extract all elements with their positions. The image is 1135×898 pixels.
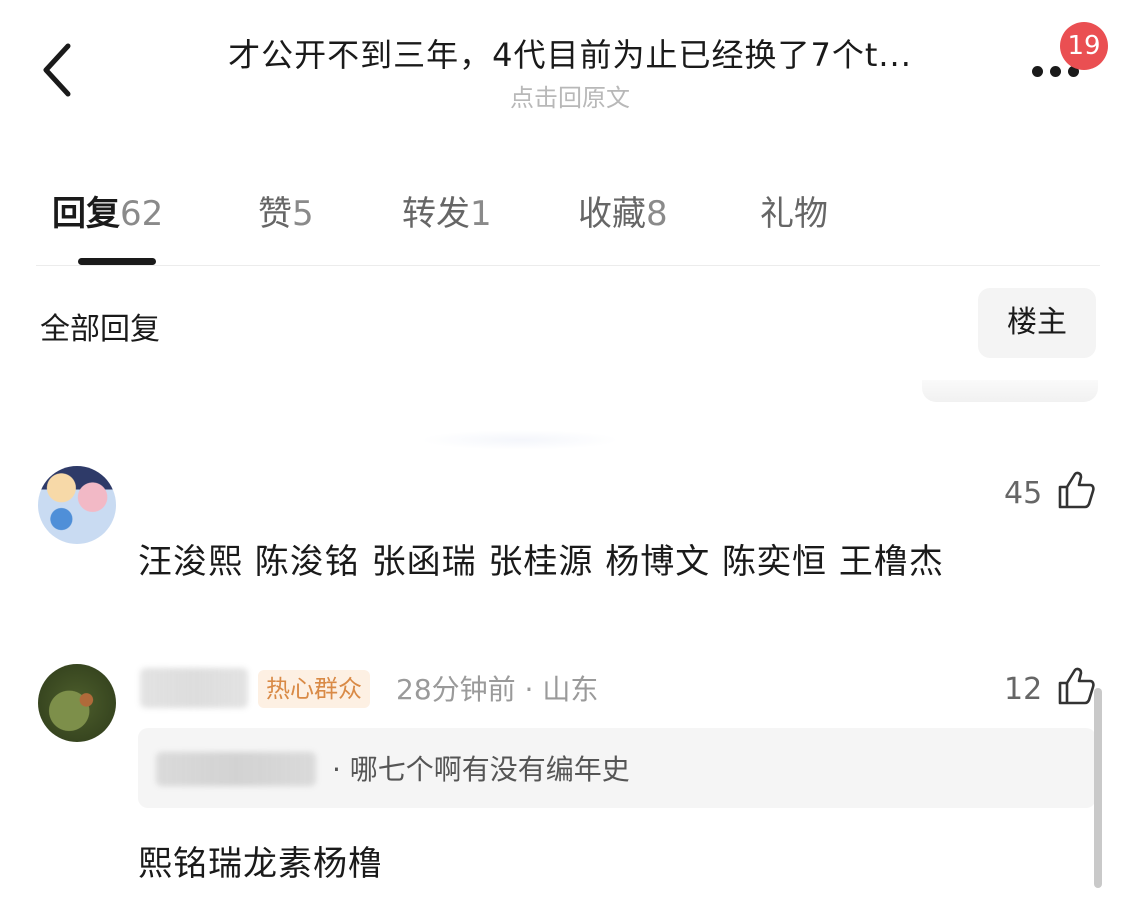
tab-count: 8 (646, 194, 668, 234)
comment-text: 汪浚熙 陈浚铭 张函瑞 张桂源 杨博文 陈奕恒 王橹杰 (138, 542, 944, 582)
page-title[interactable]: 才公开不到三年，4代目前为止已经换了7个t... (160, 30, 980, 76)
section-title: 全部回复 (40, 312, 160, 347)
more-icon-dot (1050, 66, 1061, 77)
tab-count: 1 (470, 194, 492, 234)
avatar[interactable] (38, 466, 116, 544)
like-count: 45 (1004, 476, 1043, 511)
thumbs-up-icon[interactable] (1056, 470, 1096, 510)
blurred-area (420, 430, 620, 450)
username-redacted[interactable] (140, 668, 248, 708)
avatar[interactable] (38, 664, 116, 742)
notification-badge: 19 (1060, 22, 1108, 70)
tab-label: 回复 (52, 194, 120, 234)
dropdown-shadow (922, 380, 1098, 402)
tab-reposts[interactable]: 转发1 (402, 186, 492, 235)
tab-label: 收藏 (578, 194, 646, 234)
tab-label: 礼物 (760, 194, 828, 234)
more-icon (1032, 66, 1043, 77)
user-badge: 热心群众 (258, 670, 370, 708)
scrollbar[interactable] (1094, 688, 1102, 888)
chevron-left-icon (43, 43, 71, 97)
tab-favorites[interactable]: 收藏8 (578, 186, 668, 235)
thumbs-up-icon[interactable] (1056, 666, 1096, 706)
back-button[interactable] (38, 42, 78, 98)
comment-text: 熙铭瑞龙素杨橹 (138, 844, 383, 884)
tab-count: 5 (292, 194, 314, 234)
comment-meta: 28分钟前 · 山东 (396, 673, 599, 706)
tab-count: 62 (120, 194, 164, 234)
tab-replies[interactable]: 回复62 (52, 186, 163, 235)
back-to-original-link[interactable]: 点击回原文 (160, 78, 980, 113)
active-tab-indicator (78, 258, 156, 265)
divider (36, 265, 1100, 266)
tab-gifts[interactable]: 礼物 (760, 186, 828, 235)
quoted-username-redacted (156, 752, 316, 786)
tab-likes[interactable]: 赞5 (258, 186, 314, 235)
quoted-reply-text: · 哪七个啊有没有编年史 (332, 753, 630, 786)
tab-label: 赞 (258, 194, 292, 234)
tab-label: 转发 (402, 194, 470, 234)
like-count: 12 (1004, 672, 1043, 707)
op-filter-button[interactable]: 楼主 (978, 288, 1096, 358)
